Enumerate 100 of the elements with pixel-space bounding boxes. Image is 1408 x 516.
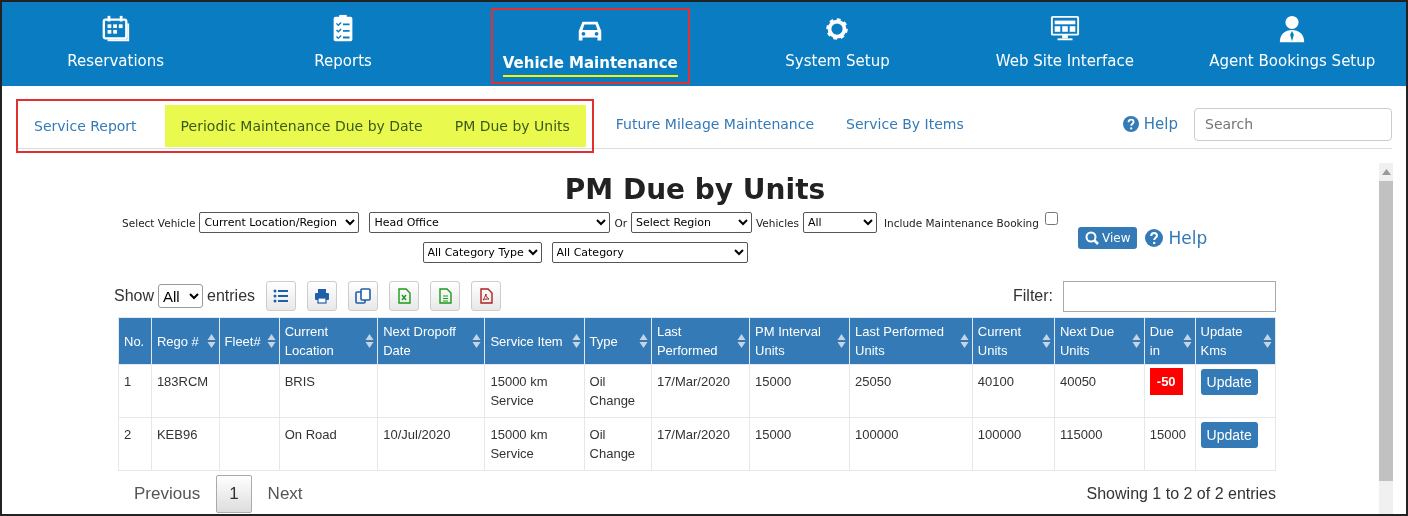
filter-label: Filter: (1013, 287, 1053, 305)
sort-icon (1263, 333, 1272, 349)
table-cell: 183RCM (156, 374, 209, 389)
column-header[interactable]: Last Performed Units (849, 317, 973, 365)
table-cell: 15000 km Service (490, 374, 548, 408)
column-header[interactable]: Next Dropoff Date (377, 317, 485, 365)
sort-icon (472, 333, 482, 349)
column-header[interactable]: Rego # (151, 317, 220, 365)
subnav-tab[interactable]: Service By Items (830, 103, 980, 145)
column-header[interactable]: Type (584, 317, 652, 365)
field-label: Or (614, 216, 627, 229)
sort-icon (837, 333, 847, 349)
column-header[interactable]: Due in (1144, 317, 1196, 365)
column-header[interactable]: No. (118, 317, 152, 365)
sort-icon (206, 333, 216, 349)
update-button[interactable]: Update (1200, 369, 1258, 395)
overdue-badge: -50 (1149, 368, 1183, 395)
nav-tab[interactable]: Vehicle Maintenance (502, 53, 678, 77)
table-cell: 1 (124, 374, 132, 389)
subnav-tab[interactable]: Future Mileage Maintenance (599, 103, 831, 145)
region-select[interactable]: Select Region (630, 212, 752, 233)
nav-tab[interactable]: System Setup (785, 51, 890, 75)
table-cell: 40100 (977, 374, 1014, 389)
field-label: Select Vehicle (122, 216, 196, 229)
list-icon (273, 288, 290, 304)
field-label: Include Maintenance Booking (884, 216, 1039, 229)
table-cell: 15000 (755, 427, 792, 442)
copy-button[interactable] (348, 281, 379, 311)
nav-tab[interactable]: Reports (314, 51, 372, 75)
table-cell: 17/Mar/2020 (656, 427, 730, 442)
printer-icon (314, 288, 331, 304)
previous-link[interactable]: Previous (118, 484, 217, 504)
printer-button[interactable] (307, 281, 338, 311)
column-header[interactable]: Last Performed (651, 317, 750, 365)
text-file-button[interactable] (430, 281, 461, 311)
sort-icon (737, 333, 747, 349)
search-field[interactable]: Search (1194, 107, 1392, 141)
update-button[interactable]: Update (1200, 422, 1258, 448)
field-label: Vehicles (755, 216, 799, 229)
vehicles-select[interactable]: All (803, 212, 877, 233)
sort-icon (1131, 333, 1141, 349)
help-link[interactable]: Help (1168, 227, 1208, 248)
table-cell: 115000 (1059, 427, 1103, 442)
table-cell: BRIS (284, 374, 316, 389)
help-icon (1122, 116, 1139, 132)
help-link[interactable]: Help (1143, 115, 1178, 133)
category-select[interactable]: All Category (551, 242, 748, 263)
table-cell: Oil Change (589, 374, 636, 408)
column-header[interactable]: Update Kms (1195, 317, 1276, 365)
entries-info: Showing 1 to 2 of 2 entries (1086, 485, 1276, 503)
list-button[interactable] (266, 281, 297, 311)
column-header[interactable]: Current Units (972, 317, 1055, 365)
pdf-file-icon (478, 288, 495, 304)
column-header[interactable]: Next Due Units (1054, 317, 1145, 365)
nav-tab[interactable]: Agent Bookings Setup (1209, 51, 1376, 75)
table-cell: 15000 (755, 374, 792, 389)
column-header[interactable]: PM Interval Units (749, 317, 850, 365)
copy-icon (355, 288, 372, 304)
sort-icon (1041, 333, 1051, 349)
table-cell: 40050 (1059, 374, 1097, 389)
filter-field[interactable] (1063, 280, 1276, 312)
table-cell: 17/Mar/2020 (656, 374, 730, 389)
table-cell: 15000 km Service (490, 427, 548, 461)
table-cell: 10/Jul/2020 (383, 427, 451, 442)
location-select[interactable]: Head Office (369, 212, 611, 233)
column-header[interactable]: Current Location (279, 317, 378, 365)
table-cell: 25050 (855, 374, 892, 389)
table-cell: 100000 (855, 427, 899, 442)
column-header[interactable]: Fleet# (219, 317, 280, 365)
category-type-select[interactable]: All Category Type (422, 242, 542, 263)
table-cell: On Road (284, 427, 337, 442)
sort-icon (571, 333, 581, 349)
text-file-icon (437, 288, 454, 304)
include-checkbox[interactable] (1044, 212, 1058, 225)
vehicle-mode-select[interactable]: Current Location/Region (199, 212, 360, 233)
show-label: Show (114, 287, 155, 305)
table-cell: 100000 (977, 427, 1022, 442)
nav-tab[interactable]: Web Site Interface (995, 51, 1134, 75)
subnav-tab[interactable]: Service Report (32, 105, 165, 147)
spreadsheet-file-button[interactable] (389, 281, 420, 311)
help-icon (1145, 228, 1164, 247)
table-cell: KEB96 (156, 427, 198, 442)
page-title: PM Due by Units (563, 173, 827, 206)
search-icon (1085, 230, 1099, 245)
subnav-tab[interactable]: Periodic Maintenance Due by Date (164, 105, 439, 147)
table-cell: Oil Change (589, 427, 636, 461)
sort-icon (638, 333, 648, 349)
next-link[interactable]: Next (251, 484, 319, 504)
view-button[interactable]: View (1078, 226, 1138, 249)
sort-icon (365, 333, 375, 349)
nav-tab[interactable]: Reservations (67, 51, 165, 75)
page-size-select[interactable]: All (158, 284, 204, 308)
spreadsheet-file-icon (396, 288, 413, 304)
entries-label: entries (207, 287, 256, 305)
subnav-tab[interactable]: PM Due by Units (438, 105, 586, 147)
table-cell: 15000 (1149, 427, 1186, 442)
sort-icon (959, 333, 969, 349)
page-button[interactable]: 1 (216, 475, 252, 513)
column-header[interactable]: Service Item (484, 317, 585, 365)
pdf-file-button[interactable] (471, 281, 502, 311)
